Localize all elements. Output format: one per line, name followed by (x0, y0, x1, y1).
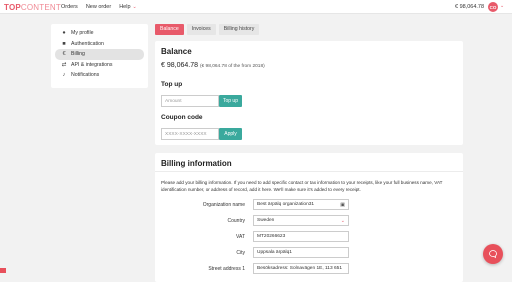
sidebar-item-my-profile[interactable]: ● My profile (55, 28, 144, 39)
balance-amount: € 98,064.78 (161, 62, 198, 69)
sidebar-item-label: Billing (71, 51, 85, 58)
sidebar-item-authentication[interactable]: ■ Authentication (55, 39, 144, 50)
lock-icon: ■ (62, 40, 66, 47)
tab-invoices[interactable]: Invoices (186, 24, 216, 35)
logo-part1: TOP (4, 3, 21, 12)
organization-name-field[interactable]: Best ärpälq organization31 ▣ (253, 199, 349, 210)
chat-bubble-icon (489, 250, 497, 259)
country-label: Country (227, 218, 245, 224)
chevron-down-icon: ⌄ (340, 218, 345, 224)
logo-part2: CONTENT (20, 3, 61, 12)
contact-card-icon: ▣ (340, 202, 345, 208)
settings-sidebar: ● My profile ■ Authentication € Billing … (51, 24, 148, 88)
exchange-icon: ⇄ (61, 61, 67, 68)
billing-tabs: Balance Invoices Billing history (155, 24, 260, 35)
organization-name-label: Organization name (202, 202, 245, 208)
sidebar-item-label: Authentication (71, 40, 104, 47)
street-address-1-label: Street address 1 (208, 266, 245, 272)
euro-icon: € (62, 51, 66, 58)
tab-balance[interactable]: Balance (155, 24, 184, 35)
country-select[interactable]: Sweden ⌄ (253, 215, 349, 226)
coupon-title: Coupon code (161, 114, 203, 121)
vat-label: VAT (236, 234, 245, 240)
nav-help-label: Help (119, 4, 131, 10)
corner-badge (0, 268, 6, 273)
billing-info-title: Billing information (161, 159, 232, 168)
chevron-down-icon[interactable]: ⌄ (500, 3, 504, 9)
main-nav: Orders New order Help ⌄ (61, 4, 137, 10)
balance-amount-note: (€ 98,064.78 of the from 2018) (199, 64, 265, 69)
avatar[interactable]: CO (488, 2, 498, 12)
sidebar-item-notifications[interactable]: ♪ Notifications (55, 70, 144, 81)
topup-row: Amount Top up (161, 95, 242, 107)
topup-button[interactable]: Top up (219, 95, 242, 107)
chevron-down-icon: ⌄ (132, 4, 137, 10)
vat-field[interactable]: MT20266623 (253, 231, 349, 242)
balance-amount-line: € 98,064.78 (€ 98,064.78 of the from 201… (161, 62, 457, 69)
city-field[interactable]: Uppsala ärpälq1 (253, 247, 349, 258)
country-value: Sweden (257, 218, 275, 223)
chat-button[interactable] (483, 244, 503, 264)
apply-coupon-button[interactable]: Apply (219, 128, 242, 140)
balance-card: Balance € 98,064.78 (€ 98,064.78 of the … (155, 41, 463, 145)
topup-amount-input[interactable]: Amount (161, 95, 219, 107)
topup-title: Top up (161, 81, 183, 88)
sidebar-item-api-integrations[interactable]: ⇄ API & integrations (55, 60, 144, 71)
person-icon: ● (62, 30, 66, 37)
nav-orders[interactable]: Orders (61, 4, 78, 10)
nav-new-order[interactable]: New order (86, 4, 111, 10)
coupon-row: XXXX-XXXX-XXXX Apply (161, 128, 242, 140)
top-bar: TOPCONTENT Orders New order Help ⌄ € 98,0… (0, 0, 512, 14)
tab-billing-history[interactable]: Billing history (218, 24, 260, 35)
balance-title: Balance (161, 47, 192, 56)
sidebar-item-billing[interactable]: € Billing (55, 49, 144, 60)
logo[interactable]: TOPCONTENT (4, 3, 61, 12)
sidebar-item-label: My profile (71, 30, 94, 37)
city-label: City (236, 250, 245, 256)
nav-help[interactable]: Help ⌄ (119, 4, 137, 10)
sidebar-item-label: API & integrations (71, 61, 113, 68)
billing-info-description: Please add your billing information. If … (161, 180, 443, 192)
header-balance[interactable]: € 98,064.78 (455, 4, 484, 10)
bell-icon: ♪ (62, 72, 66, 79)
organization-name-value: Best ärpälq organization31 (257, 202, 315, 207)
street-address-1-field[interactable]: Besöksadress: Solnavägen 1E, 113 651 (253, 263, 349, 274)
coupon-code-input[interactable]: XXXX-XXXX-XXXX (161, 128, 219, 140)
divider (155, 171, 463, 172)
billing-info-card: Billing information Please add your bill… (155, 153, 463, 282)
sidebar-item-label: Notifications (71, 72, 100, 79)
